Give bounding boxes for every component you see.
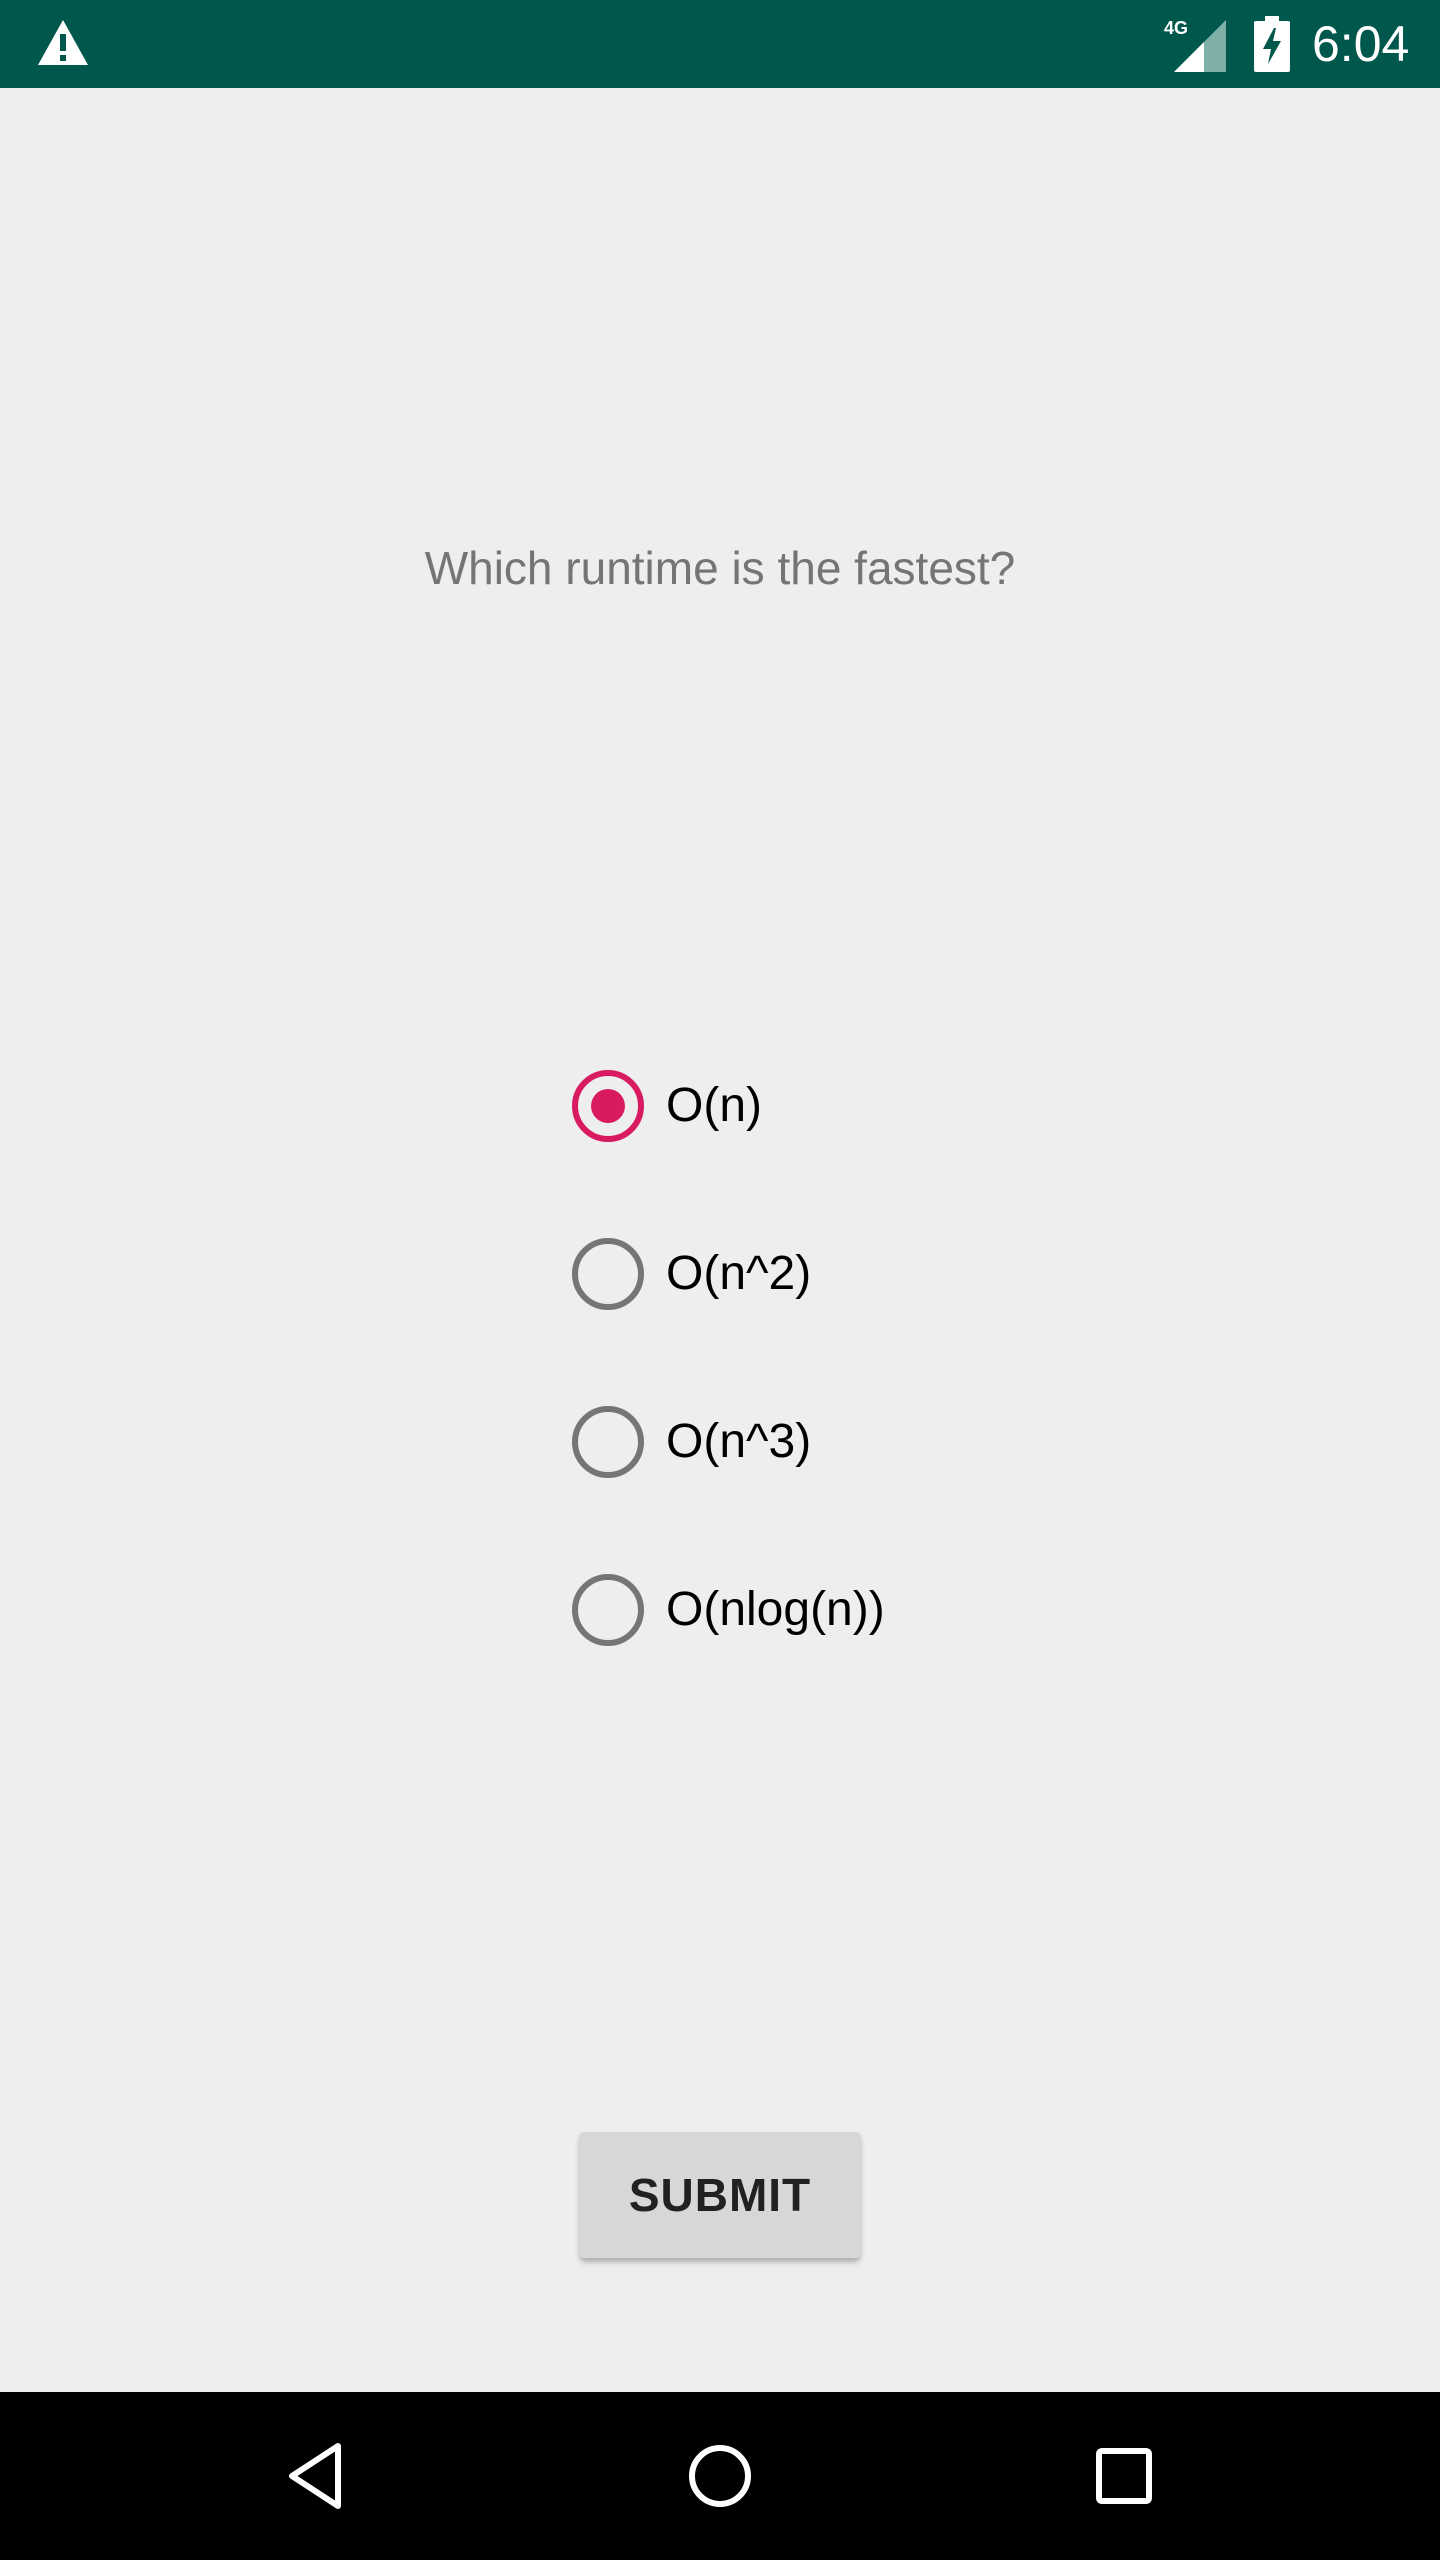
radio-button[interactable] bbox=[572, 1574, 644, 1646]
radio-option-o-n[interactable]: O(n) bbox=[572, 1070, 1032, 1142]
home-icon[interactable] bbox=[680, 2436, 760, 2516]
svg-text:4G: 4G bbox=[1164, 18, 1188, 38]
radio-label: O(n^3) bbox=[666, 1415, 812, 1468]
warning-icon bbox=[38, 20, 88, 65]
navigation-bar bbox=[0, 2392, 1440, 2560]
submit-button[interactable]: SUBMIT bbox=[580, 2132, 860, 2258]
signal-icon: 4G bbox=[1164, 18, 1226, 72]
radio-option-o-n-squared[interactable]: O(n^2) bbox=[572, 1238, 1032, 1310]
radio-label: O(nlog(n)) bbox=[666, 1583, 885, 1636]
answer-radio-group: O(n) O(n^2) O(n^3) O(nlog(n)) bbox=[572, 1070, 1032, 1742]
recents-icon[interactable] bbox=[1084, 2436, 1164, 2516]
radio-label: O(n^2) bbox=[666, 1247, 812, 1300]
radio-option-o-n-cubed[interactable]: O(n^3) bbox=[572, 1406, 1032, 1478]
back-icon[interactable] bbox=[276, 2436, 356, 2516]
radio-label: O(n) bbox=[666, 1079, 762, 1132]
battery-charging-icon bbox=[1254, 16, 1290, 72]
radio-button[interactable] bbox=[572, 1406, 644, 1478]
status-time: 6:04 bbox=[1312, 16, 1410, 72]
radio-option-o-nlogn[interactable]: O(nlog(n)) bbox=[572, 1574, 1032, 1646]
radio-button-checked[interactable] bbox=[572, 1070, 644, 1142]
status-bar: 4G 6:04 bbox=[0, 0, 1440, 88]
radio-button[interactable] bbox=[572, 1238, 644, 1310]
question-text: Which runtime is the fastest? bbox=[424, 542, 1016, 594]
